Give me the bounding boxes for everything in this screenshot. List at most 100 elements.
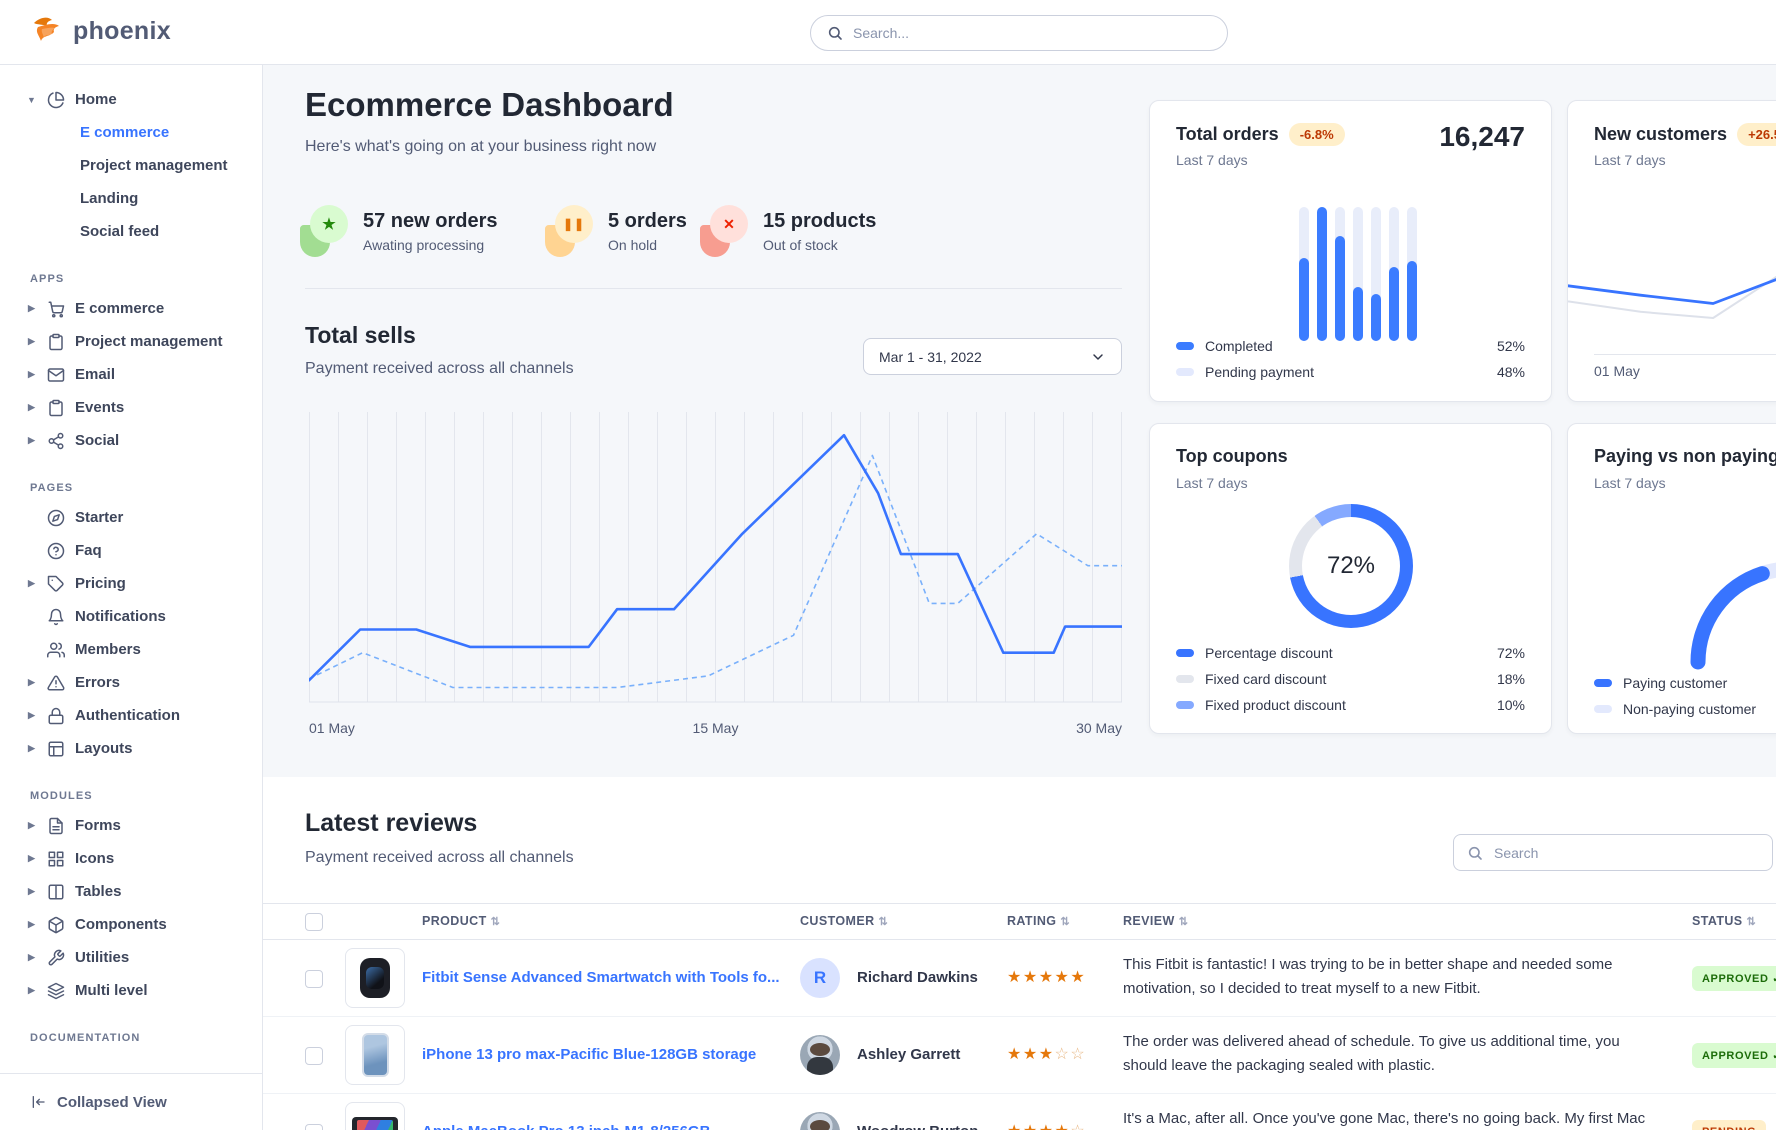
column-header-review[interactable]: REVIEW⇅ [1123, 914, 1188, 928]
stat-new-orders: ★ 57 new orders Awating processing [300, 205, 498, 257]
chevron-right-icon: ▶ [26, 985, 37, 996]
sidebar-item-label: Components [75, 916, 167, 933]
sidebar-item-social[interactable]: ▶ Social [0, 424, 262, 457]
coupons-legend: Percentage discount 72% Fixed card disco… [1176, 640, 1525, 718]
reviews-search[interactable] [1453, 834, 1773, 871]
sidebar-item-social-feed[interactable]: Social feed [0, 215, 262, 248]
change-badge: +26.5% [1737, 123, 1776, 146]
chevron-right-icon: ▶ [26, 952, 37, 963]
legend-value: 48% [1497, 364, 1525, 380]
sidebar-item-project-management[interactable]: ▶ Project management [0, 325, 262, 358]
chevron-right-icon: ▶ [26, 677, 37, 688]
sidebar-item-events[interactable]: ▶ Events [0, 391, 262, 424]
sidebar-item-components[interactable]: ▶ Components [0, 908, 262, 941]
x-tick: 30 May [1076, 720, 1122, 736]
avatar[interactable]: R [800, 958, 840, 998]
sort-icon: ⇅ [1179, 916, 1189, 928]
sidebar-item-email[interactable]: ▶ Email [0, 358, 262, 391]
avatar[interactable] [800, 1112, 840, 1130]
sidebar-item-tables[interactable]: ▶ Tables [0, 875, 262, 908]
search-icon [827, 25, 843, 41]
brand-logo[interactable]: phoenix [28, 13, 171, 49]
avatar[interactable] [800, 1035, 840, 1075]
change-badge: -6.8% [1289, 123, 1345, 146]
collapse-sidebar-toggle[interactable]: Collapsed View [0, 1073, 262, 1130]
chevron-right-icon: ▶ [26, 853, 37, 864]
global-search-input[interactable] [853, 25, 1211, 41]
sidebar-item-errors[interactable]: ▶ Errors [0, 666, 262, 699]
sort-icon: ⇅ [879, 916, 889, 928]
x-tick: 01 May [309, 720, 355, 736]
share-icon [47, 432, 65, 450]
product-link[interactable]: iPhone 13 pro max-Pacific Blue-128GB sto… [422, 1046, 756, 1063]
compass-icon [47, 509, 65, 527]
sidebar-item-pricing[interactable]: ▶ Pricing [0, 567, 262, 600]
review-text: The order was delivered ahead of schedul… [1123, 1030, 1663, 1078]
page-subtitle: Here's what's going on at your business … [305, 138, 656, 156]
column-header-product[interactable]: PRODUCT⇅ [422, 914, 500, 928]
sidebar-item-authentication[interactable]: ▶ Authentication [0, 699, 262, 732]
product-image-smartwatch[interactable] [345, 948, 405, 1008]
sidebar-item-project-management-dashboard[interactable]: Project management [0, 149, 262, 182]
product-image-iphone[interactable] [345, 1025, 405, 1085]
product-link[interactable]: Fitbit Sense Advanced Smartwatch with To… [422, 969, 780, 986]
collapse-label: Collapsed View [57, 1094, 167, 1111]
sidebar-item-multi-level[interactable]: ▶ Multi level [0, 974, 262, 1007]
tag-icon [47, 575, 65, 593]
sidebar-item-icons[interactable]: ▶ Icons [0, 842, 262, 875]
page-title: Ecommerce Dashboard [305, 86, 674, 124]
sidebar-item-layouts[interactable]: ▶ Layouts [0, 732, 262, 765]
chevron-right-icon: ▶ [26, 919, 37, 930]
row-checkbox[interactable] [305, 970, 323, 988]
sidebar-item-label: Social [75, 432, 119, 449]
sidebar-item-forms[interactable]: ▶ Forms [0, 809, 262, 842]
product-image-macbook[interactable] [345, 1102, 405, 1130]
sidebar-item-members[interactable]: Members [0, 633, 262, 666]
product-link[interactable]: Apple MacBook Pro 13 inch-M1-8/256GB [422, 1123, 710, 1130]
total-sells-title: Total sells [305, 322, 416, 349]
sidebar-item-notifications[interactable]: Notifications [0, 600, 262, 633]
cart-icon [47, 300, 65, 318]
stat-label: On hold [608, 237, 687, 253]
row-checkbox[interactable] [305, 1047, 323, 1065]
top-coupons-card: Top coupons Last 7 days 72% Percentage d… [1149, 423, 1552, 734]
legend-swatch [1176, 649, 1194, 657]
topbar: phoenix [0, 0, 1776, 65]
grid-icon [47, 850, 65, 868]
legend-label: Fixed card discount [1205, 671, 1497, 687]
card-title: New customers [1594, 124, 1727, 145]
sidebar-item-landing[interactable]: Landing [0, 182, 262, 215]
section-divider [305, 288, 1122, 289]
app-root: phoenix ▼ Home E commerce Project manage… [0, 0, 1776, 1130]
sort-icon: ⇅ [491, 916, 501, 928]
sidebar-section-documentation: DOCUMENTATION [0, 1007, 262, 1051]
pause-icon: ❚❚ [545, 205, 593, 257]
column-header-customer[interactable]: CUSTOMER⇅ [800, 914, 888, 928]
sidebar-item-utilities[interactable]: ▶ Utilities [0, 941, 262, 974]
mail-icon [47, 366, 65, 384]
chevron-right-icon: ▶ [26, 369, 37, 380]
sidebar-item-ecommerce-dashboard[interactable]: E commerce [0, 116, 262, 149]
select-all-checkbox[interactable] [305, 913, 323, 931]
sidebar-item-starter[interactable]: Starter [0, 501, 262, 534]
card-title: Top coupons [1176, 446, 1288, 467]
total-sells-chart[interactable] [309, 412, 1122, 712]
legend-label: Completed [1205, 338, 1497, 354]
global-search[interactable] [810, 15, 1228, 51]
new-customers-chart [1568, 239, 1776, 351]
sidebar-item-ecommerce[interactable]: ▶ E commerce [0, 292, 262, 325]
column-header-status[interactable]: STATUS⇅ [1692, 914, 1756, 928]
sidebar-item-faq[interactable]: Faq [0, 534, 262, 567]
column-header-rating[interactable]: RATING⇅ [1007, 914, 1070, 928]
alert-triangle-icon [47, 674, 65, 692]
bell-icon [47, 608, 65, 626]
total-orders-value: 16,247 [1439, 121, 1525, 153]
rating-stars: ★★★☆☆ [1007, 1044, 1086, 1064]
row-checkbox[interactable] [305, 1124, 323, 1130]
stat-value: 5 orders [608, 210, 687, 233]
legend-swatch [1594, 679, 1612, 687]
sidebar-item-home[interactable]: ▼ Home [0, 83, 262, 116]
reviews-subtitle: Payment received across all channels [305, 849, 574, 867]
date-range-select[interactable]: Mar 1 - 31, 2022 [863, 338, 1122, 375]
reviews-search-input[interactable] [1494, 845, 1759, 861]
